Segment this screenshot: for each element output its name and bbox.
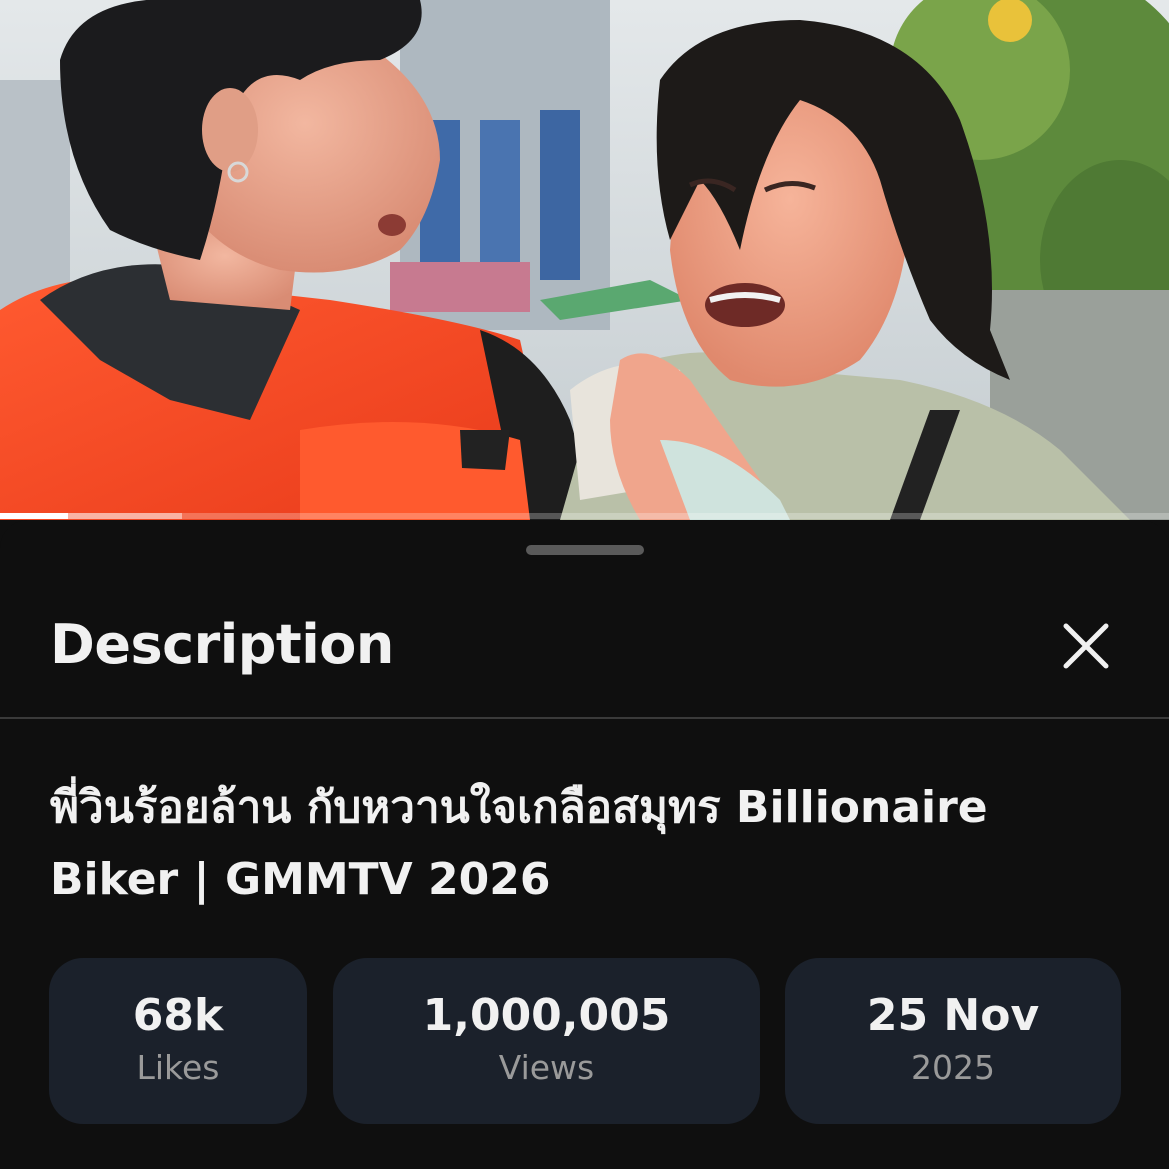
publish-date: 25 Nov [866, 990, 1040, 1041]
description-sheet: Description พี่วินร้อยล้าน กับหวานใจเกลื… [0, 520, 1169, 1169]
close-button[interactable] [1058, 618, 1114, 674]
divider [0, 717, 1169, 719]
views-stat-card: 1,000,005 Views [333, 958, 760, 1124]
stats-row: 68k Likes 1,000,005 Views 25 Nov 2025 [0, 958, 1169, 1126]
video-player[interactable] [0, 0, 1169, 520]
views-label: Views [498, 1048, 595, 1087]
publish-year: 2025 [911, 1048, 995, 1087]
drag-handle[interactable] [526, 545, 644, 555]
likes-count: 68k [132, 990, 224, 1041]
likes-label: Likes [136, 1048, 220, 1087]
progress-played [0, 513, 68, 519]
sheet-title: Description [50, 613, 394, 676]
likes-stat-card: 68k Likes [49, 958, 307, 1124]
date-stat-card: 25 Nov 2025 [785, 958, 1121, 1124]
video-frame-image [0, 0, 1169, 520]
views-count: 1,000,005 [422, 990, 671, 1041]
video-title: พี่วินร้อยล้าน กับหวานใจเกลือสมุทร Billi… [50, 782, 988, 905]
video-progress-bar[interactable] [0, 513, 1169, 519]
close-icon [1063, 623, 1109, 669]
